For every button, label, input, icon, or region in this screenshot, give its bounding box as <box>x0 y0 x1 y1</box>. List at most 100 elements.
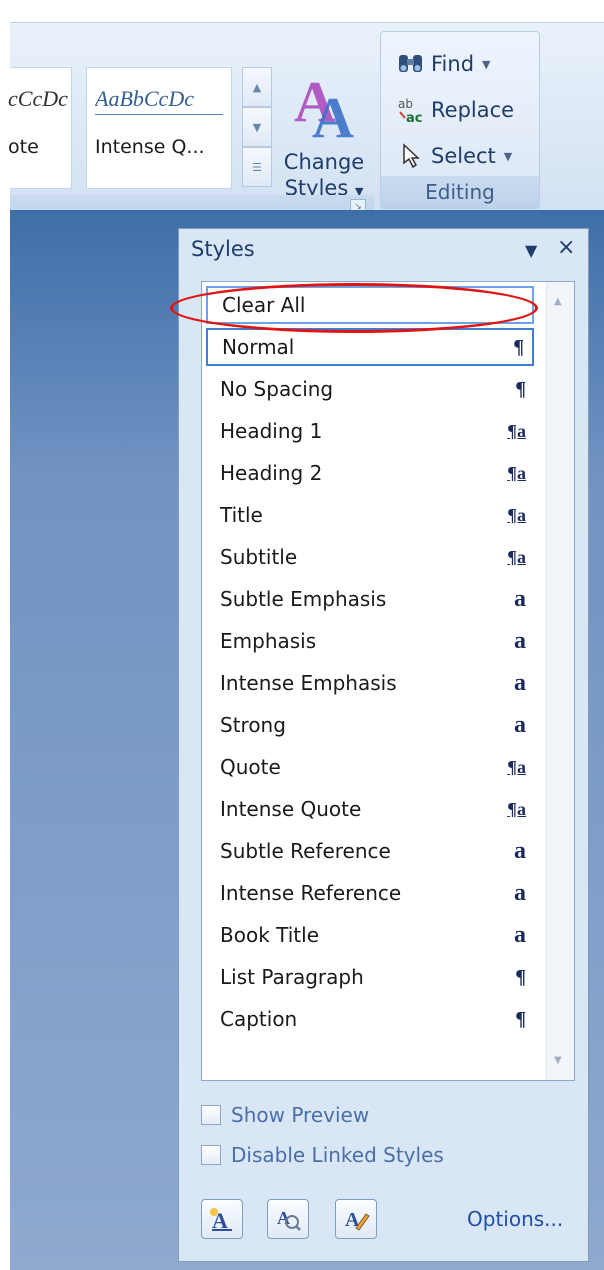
style-item-clear-all[interactable]: Clear All <box>206 286 534 324</box>
style-item-subtle-emphasis[interactable]: Subtle Emphasis a <box>206 580 534 618</box>
gallery-more-button[interactable]: ☰ <box>242 147 272 187</box>
replace-button[interactable]: ab ac Replace <box>395 92 514 128</box>
style-item-heading-1[interactable]: Heading 1 ¶a <box>206 412 534 450</box>
paragraph-style-icon: ¶ <box>515 1007 526 1030</box>
svg-text:ac: ac <box>406 111 422 124</box>
select-label: Select <box>431 144 496 168</box>
disable-linked-styles-option[interactable]: Disable Linked Styles <box>201 1143 444 1167</box>
editing-group: Find ▼ ab ac Replace Select ▼ Editing <box>380 31 540 209</box>
style-sample: cCcDc <box>8 86 68 111</box>
style-item-caption[interactable]: Caption ¶ <box>206 1000 534 1038</box>
style-item-intense-quote[interactable]: Intense Quote ¶a <box>206 790 534 828</box>
style-item-label: Intense Reference <box>220 881 402 905</box>
close-icon[interactable]: × <box>557 235 575 260</box>
style-item-heading-2[interactable]: Heading 2 ¶a <box>206 454 534 492</box>
styles-list: Clear All Normal ¶ No Spacing ¶ Heading … <box>201 281 575 1081</box>
style-item-label: Normal <box>222 335 295 359</box>
style-item-label: No Spacing <box>220 377 334 401</box>
style-item-emphasis[interactable]: Emphasis a <box>206 622 534 660</box>
style-gallery-label: Intense Q... <box>95 136 205 158</box>
replace-icon: ab ac <box>395 94 427 126</box>
pane-menu-icon[interactable]: ▼ <box>525 241 537 260</box>
gallery-scroll: ▲ ▼ ☰ <box>242 67 272 189</box>
style-item-label: Heading 1 <box>220 419 323 443</box>
styles-group: cCcDc ote AaBbCcDc Intense Q... ▲ ▼ ☰ A … <box>8 35 374 229</box>
style-gallery-label: ote <box>8 136 39 158</box>
style-item-label: Clear All <box>222 293 306 317</box>
ribbon: cCcDc ote AaBbCcDc Intense Q... ▲ ▼ ☰ A … <box>8 22 604 221</box>
options-link[interactable]: Options... <box>467 1207 563 1231</box>
character-style-icon: a <box>514 627 526 654</box>
style-item-label: Subtle Reference <box>220 839 391 863</box>
change-styles-button[interactable]: A A Change Styles ▼ <box>276 45 372 205</box>
svg-text:A: A <box>312 85 354 143</box>
list-scrollbar[interactable]: ▲ ▼ <box>546 282 574 1080</box>
show-preview-checkbox[interactable] <box>201 1105 221 1125</box>
scroll-up-icon[interactable]: ▲ <box>554 296 562 307</box>
style-item-label: Subtitle <box>220 545 298 569</box>
disable-linked-styles-checkbox[interactable] <box>201 1145 221 1165</box>
style-item-label: Intense Emphasis <box>220 671 397 695</box>
style-item-label: Heading 2 <box>220 461 323 485</box>
style-item-quote[interactable]: Quote ¶a <box>206 748 534 786</box>
character-style-icon: a <box>514 879 526 906</box>
scroll-down-icon[interactable]: ▼ <box>554 1055 562 1066</box>
style-item-label: Subtle Emphasis <box>220 587 387 611</box>
disable-linked-styles-label: Disable Linked Styles <box>231 1143 444 1167</box>
chevron-down-icon: ▼ <box>482 57 491 71</box>
character-style-icon: a <box>514 921 526 948</box>
style-item-subtle-reference[interactable]: Subtle Reference a <box>206 832 534 870</box>
style-item-label: Caption <box>220 1007 298 1031</box>
linked-style-icon: ¶a <box>507 546 526 567</box>
style-item-label: Title <box>220 503 263 527</box>
change-styles-icon: A A <box>294 69 354 143</box>
style-item-title[interactable]: Title ¶a <box>206 496 534 534</box>
binoculars-icon <box>395 48 427 80</box>
gallery-scroll-up-button[interactable]: ▲ <box>242 67 272 107</box>
style-gallery-item-intense-quote[interactable]: AaBbCcDc Intense Q... <box>86 67 232 189</box>
chevron-down-icon: ▼ <box>503 149 513 163</box>
style-item-intense-emphasis[interactable]: Intense Emphasis a <box>206 664 534 702</box>
style-gallery-item-quote[interactable]: cCcDc ote <box>8 67 72 189</box>
paragraph-style-icon: ¶ <box>515 965 526 988</box>
linked-style-icon: ¶a <box>507 420 526 441</box>
styles-pane: Styles ▼ × Clear All Normal ¶ No Spacing… <box>178 228 589 1262</box>
character-style-icon: a <box>514 669 526 696</box>
new-style-button[interactable]: A <box>201 1199 243 1239</box>
new-style-icon: A <box>210 1208 232 1232</box>
character-style-icon: a <box>514 711 526 738</box>
find-button[interactable]: Find ▼ <box>395 46 491 82</box>
manage-styles-button[interactable]: A <box>335 1199 377 1239</box>
style-item-normal[interactable]: Normal ¶ <box>206 328 534 366</box>
show-preview-option[interactable]: Show Preview <box>201 1103 369 1127</box>
paragraph-style-icon: ¶ <box>513 335 524 358</box>
style-item-no-spacing[interactable]: No Spacing ¶ <box>206 370 534 408</box>
svg-text:ab: ab <box>398 97 413 111</box>
editing-group-label: Editing <box>381 176 539 208</box>
style-item-strong[interactable]: Strong a <box>206 706 534 744</box>
manage-styles-icon: A <box>345 1209 370 1231</box>
select-button[interactable]: Select ▼ <box>395 138 512 174</box>
linked-style-icon: ¶a <box>507 504 526 525</box>
style-item-label: Book Title <box>220 923 319 947</box>
linked-style-icon: ¶a <box>507 756 526 777</box>
style-item-subtitle[interactable]: Subtitle ¶a <box>206 538 534 576</box>
linked-style-icon: ¶a <box>507 798 526 819</box>
style-sample: AaBbCcDc <box>95 86 223 115</box>
character-style-icon: a <box>514 585 526 612</box>
style-inspector-button[interactable]: A <box>267 1199 309 1239</box>
replace-label: Replace <box>431 98 515 122</box>
style-item-label: List Paragraph <box>220 965 364 989</box>
style-item-intense-reference[interactable]: Intense Reference a <box>206 874 534 912</box>
style-item-list-paragraph[interactable]: List Paragraph ¶ <box>206 958 534 996</box>
style-item-label: Strong <box>220 713 286 737</box>
find-label: Find <box>431 52 475 76</box>
change-styles-label-line1: Change <box>283 150 365 174</box>
character-style-icon: a <box>514 837 526 864</box>
style-item-label: Quote <box>220 755 281 779</box>
style-inspector-icon: A <box>277 1208 301 1231</box>
style-item-book-title[interactable]: Book Title a <box>206 916 534 954</box>
style-item-label: Intense Quote <box>220 797 362 821</box>
show-preview-label: Show Preview <box>231 1103 370 1127</box>
gallery-scroll-down-button[interactable]: ▼ <box>242 107 272 147</box>
